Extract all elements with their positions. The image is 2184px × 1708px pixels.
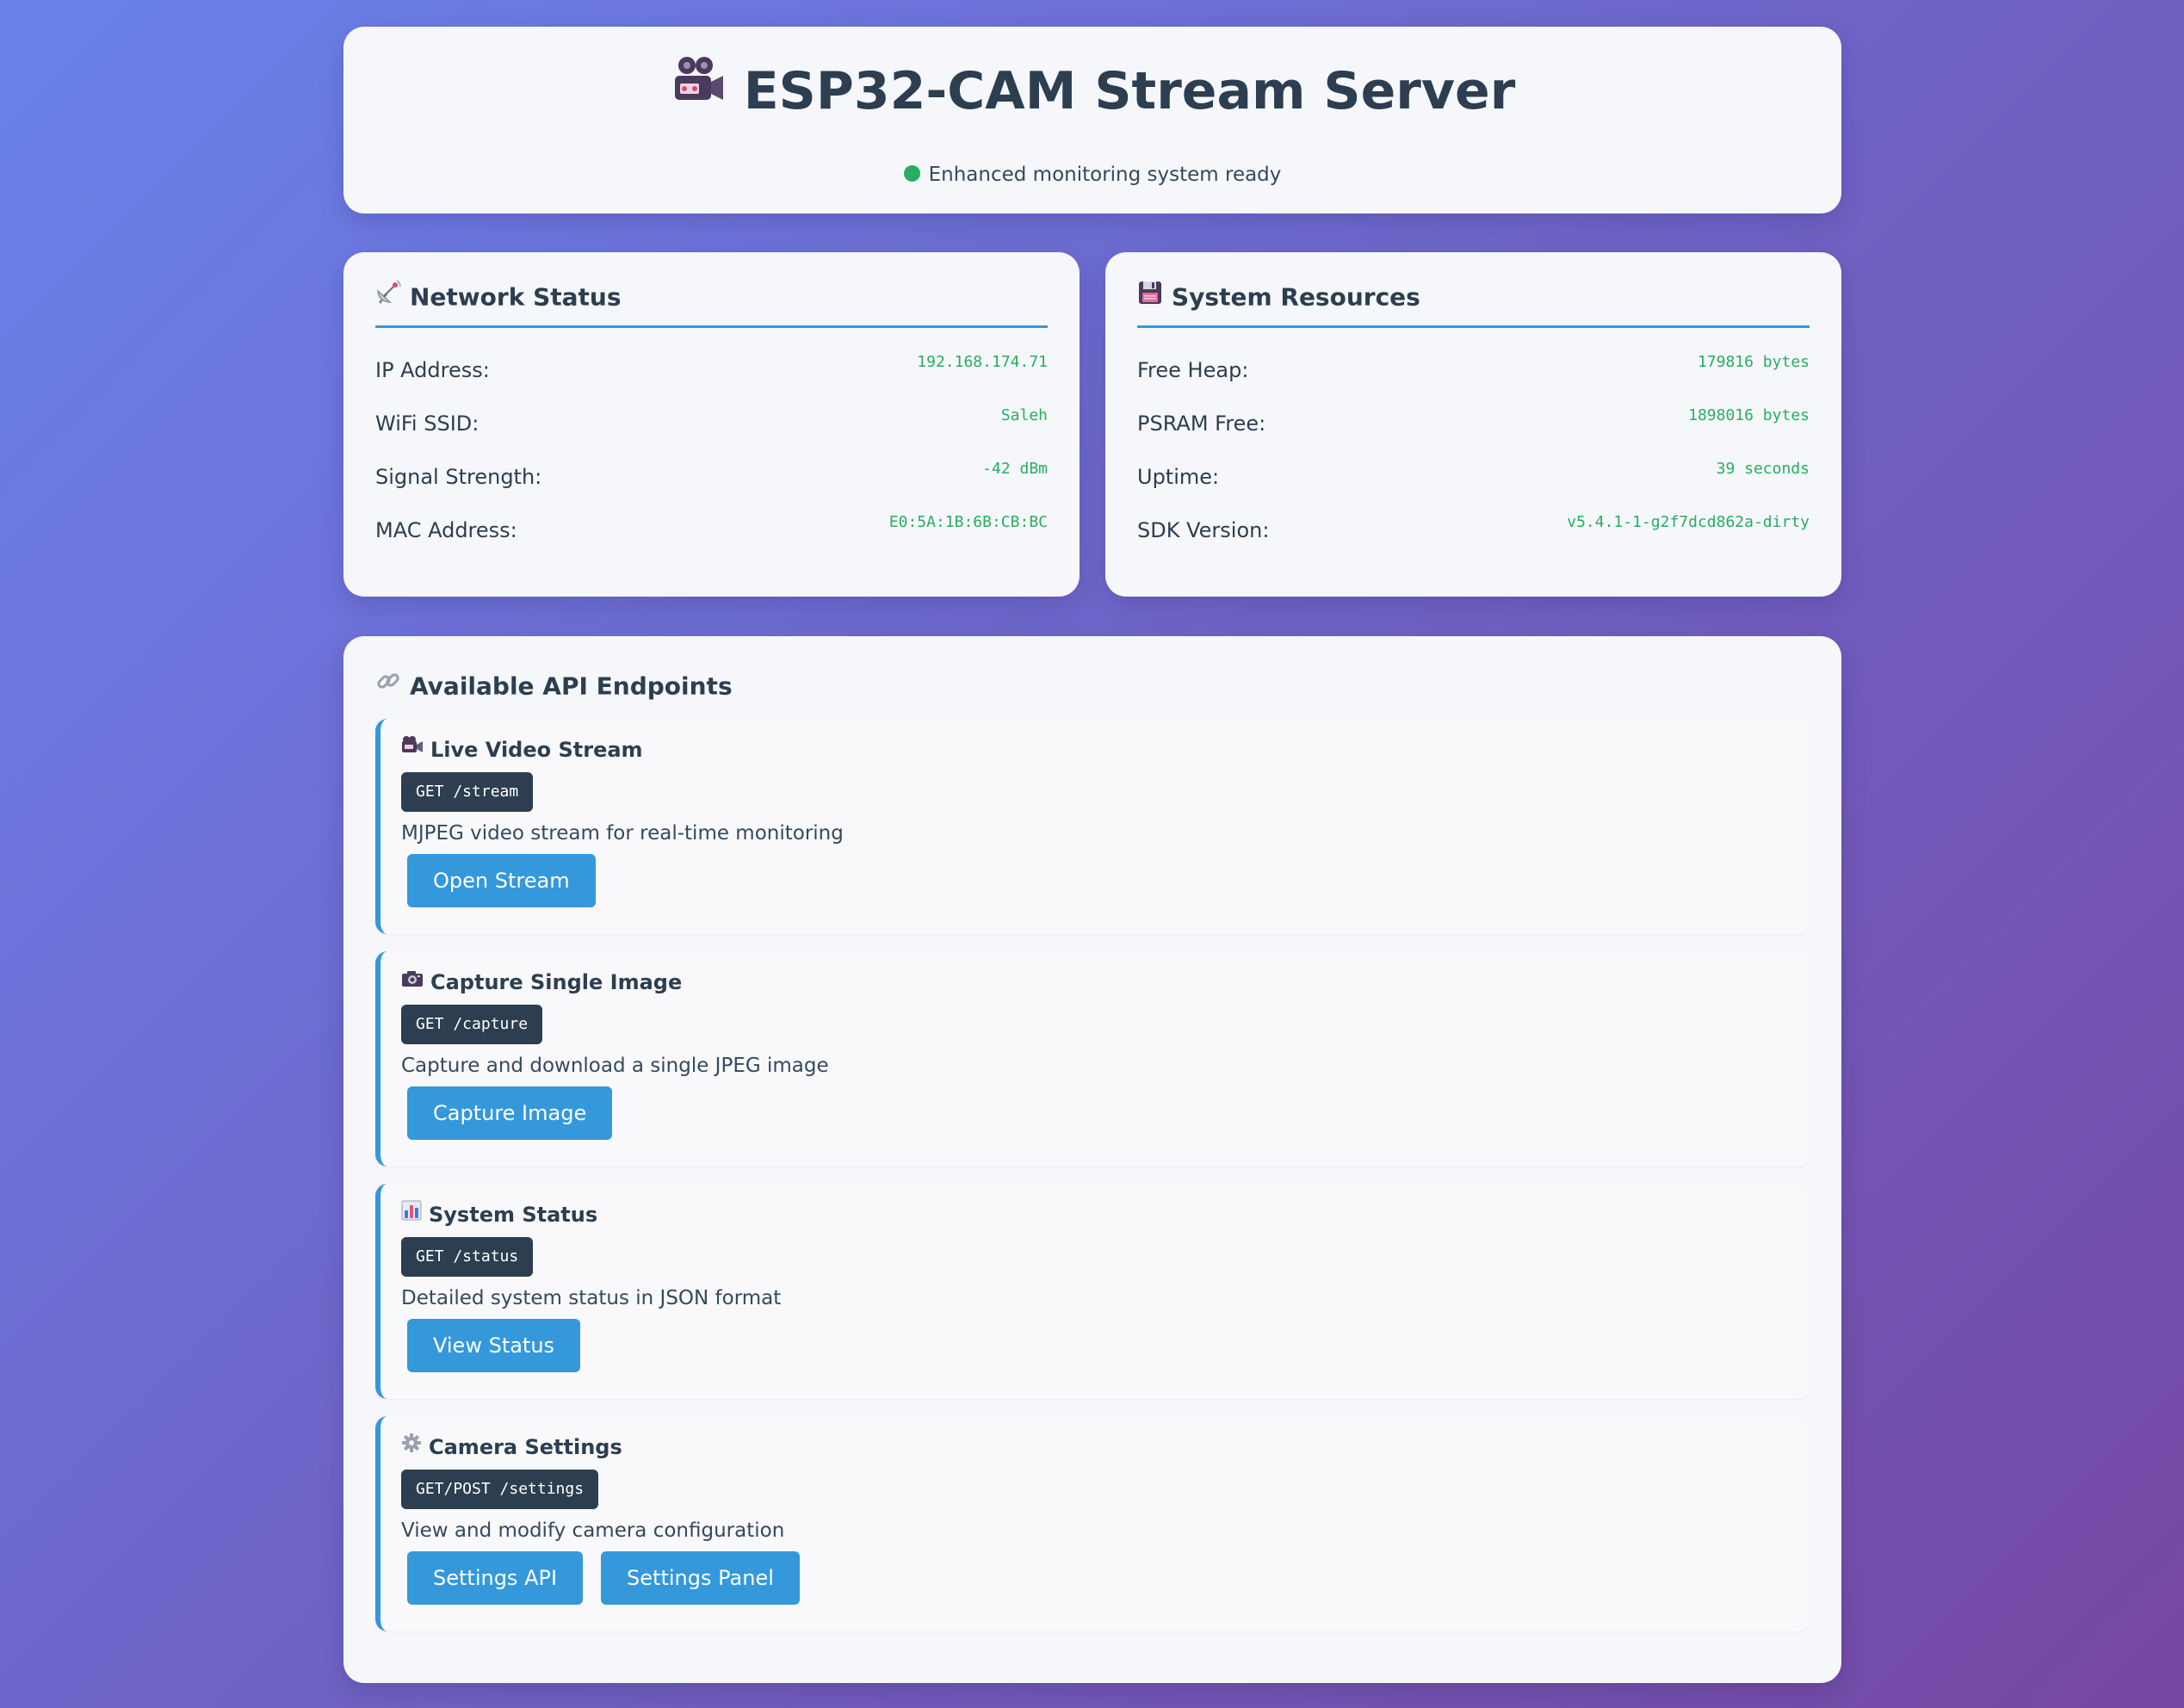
status-line: Enhanced monitoring system ready: [343, 161, 1841, 189]
wifi-ssid-row: WiFi SSID: Saleh: [375, 406, 1048, 441]
network-status-heading: Network Status: [375, 280, 1048, 328]
page-title-row: ESP32-CAM Stream Server: [343, 53, 1841, 133]
free-heap-value: 179816 bytes: [1697, 353, 1810, 371]
uptime-label: Uptime:: [1137, 465, 1220, 489]
mac-address-value: E0:5A:1B:6B:CB:BC: [888, 513, 1048, 531]
endpoint-camera-settings: Camera Settings GET/POST /settings View …: [375, 1416, 1810, 1631]
signal-strength-label: Signal Strength:: [375, 465, 542, 489]
status-indicator-dot: [903, 165, 920, 182]
endpoint-title: Live Video Stream: [401, 736, 643, 764]
endpoint-description: Detailed system status in JSON format: [401, 1287, 782, 1309]
floppy-disk-icon: [1137, 280, 1163, 312]
satellite-dish-icon: [375, 280, 401, 312]
endpoint-title-text: Camera Settings: [429, 1435, 622, 1459]
psram-free-label: PSRAM Free:: [1137, 412, 1266, 436]
uptime-row: Uptime: 39 seconds: [1137, 460, 1810, 494]
endpoint-title: System Status: [401, 1200, 598, 1229]
signal-strength-value: -42 dBm: [982, 460, 1048, 478]
wifi-ssid-label: WiFi SSID:: [375, 412, 479, 436]
endpoint-method-badge: GET /stream: [401, 772, 534, 812]
sdk-version-row: SDK Version: v5.4.1-1-g2f7dcd862a-dirty: [1137, 513, 1810, 548]
endpoint-description: MJPEG video stream for real-time monitor…: [401, 822, 844, 845]
link-icon: [375, 668, 401, 702]
page-title: ESP32-CAM Stream Server: [743, 61, 1516, 121]
endpoint-method-badge: GET /status: [401, 1237, 534, 1277]
endpoint-buttons: Open Stream: [407, 854, 596, 907]
api-endpoints-title: Available API Endpoints: [410, 671, 733, 701]
api-endpoints-card: Available API Endpoints Live Video Strea…: [343, 636, 1841, 1683]
endpoint-title-text: Capture Single Image: [430, 970, 683, 994]
network-status-title: Network Status: [410, 282, 622, 312]
endpoint-method-badge: GET/POST /settings: [401, 1470, 599, 1509]
endpoint-live-video-stream: Live Video Stream GET /stream MJPEG vide…: [375, 719, 1810, 934]
video-camera-icon: [670, 50, 725, 127]
status-text: Enhanced monitoring system ready: [928, 164, 1282, 186]
endpoint-capture-single-image: Capture Single Image GET /capture Captur…: [375, 951, 1810, 1167]
endpoint-buttons: Capture Image: [407, 1086, 613, 1140]
ip-address-row: IP Address: 192.168.174.71: [375, 353, 1048, 387]
network-status-card: Network Status IP Address: 192.168.174.7…: [343, 252, 1080, 597]
wifi-ssid-value: Saleh: [1000, 406, 1048, 424]
psram-free-row: PSRAM Free: 1898016 bytes: [1137, 406, 1810, 441]
endpoint-title-text: Live Video Stream: [430, 738, 643, 762]
settings-api-button[interactable]: Settings API: [407, 1551, 584, 1605]
endpoint-method-badge: GET /capture: [401, 1005, 543, 1044]
signal-strength-row: Signal Strength: -42 dBm: [375, 460, 1048, 494]
endpoint-description: View and modify camera configuration: [401, 1519, 785, 1542]
sdk-version-label: SDK Version:: [1137, 518, 1270, 542]
mac-address-label: MAC Address:: [375, 518, 517, 542]
endpoint-buttons: View Status: [407, 1319, 581, 1372]
system-resources-title: System Resources: [1172, 282, 1420, 312]
api-endpoints-heading: Available API Endpoints: [375, 671, 733, 704]
endpoint-system-status: System Status GET /status Detailed syste…: [375, 1184, 1810, 1399]
uptime-value: 39 seconds: [1716, 460, 1810, 478]
endpoint-description: Capture and download a single JPEG image: [401, 1055, 829, 1077]
endpoint-title-text: System Status: [429, 1203, 598, 1227]
sdk-version-value: v5.4.1-1-g2f7dcd862a-dirty: [1567, 513, 1810, 531]
gear-icon: [401, 1433, 422, 1460]
endpoint-title: Camera Settings: [401, 1433, 622, 1462]
header-card: ESP32-CAM Stream Server Enhanced monitor…: [343, 27, 1841, 214]
bar-chart-icon: [401, 1200, 422, 1228]
psram-free-value: 1898016 bytes: [1688, 406, 1810, 424]
endpoint-buttons: Settings API Settings Panel: [407, 1551, 800, 1605]
video-camera-icon: [401, 735, 424, 763]
view-status-button[interactable]: View Status: [407, 1319, 581, 1372]
open-stream-button[interactable]: Open Stream: [407, 854, 596, 907]
system-resources-heading: System Resources: [1137, 282, 1810, 328]
ip-address-value: 192.168.174.71: [917, 353, 1048, 371]
ip-address-label: IP Address:: [375, 358, 490, 382]
system-resources-card: System Resources Free Heap: 179816 bytes…: [1105, 252, 1841, 597]
free-heap-row: Free Heap: 179816 bytes: [1137, 353, 1810, 387]
settings-panel-button[interactable]: Settings Panel: [601, 1551, 800, 1605]
endpoint-title: Capture Single Image: [401, 968, 682, 997]
mac-address-row: MAC Address: E0:5A:1B:6B:CB:BC: [375, 513, 1048, 548]
free-heap-label: Free Heap:: [1137, 358, 1249, 382]
capture-image-button[interactable]: Capture Image: [407, 1086, 613, 1140]
camera-icon: [401, 968, 424, 995]
